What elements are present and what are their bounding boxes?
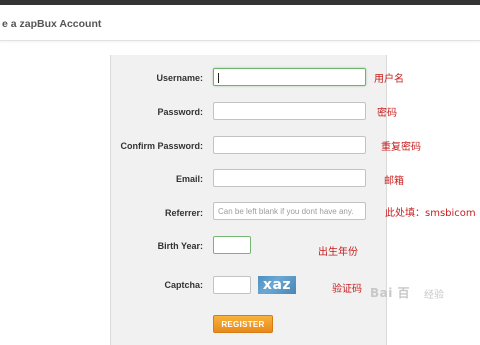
annotation-referrer: 此处填：smsbicom (385, 208, 476, 219)
referrer-input[interactable] (213, 202, 366, 220)
annotation-confirm-password: 重复密码 (381, 142, 421, 153)
username-label: Username: (156, 73, 203, 83)
annotation-email: 邮箱 (384, 176, 404, 187)
page-header: e a zapBux Account (0, 5, 480, 41)
email-input[interactable] (213, 169, 366, 187)
confirm-password-input[interactable] (213, 136, 366, 154)
watermark: Bai 百 经验 (370, 282, 478, 312)
register-button[interactable]: REGISTER (213, 315, 273, 333)
birth-year-input[interactable] (213, 236, 251, 254)
password-label: Password: (157, 107, 203, 117)
registration-form-panel (110, 55, 387, 345)
text-cursor (218, 73, 219, 83)
birth-year-label: Birth Year: (157, 241, 203, 251)
referrer-label: Referrer: (164, 208, 203, 218)
confirm-password-label: Confirm Password: (120, 141, 203, 151)
username-input[interactable] (213, 68, 366, 86)
annotation-password: 密码 (377, 108, 397, 119)
email-label: Email: (175, 174, 203, 184)
annotation-birth-year: 出生年份 (318, 247, 358, 258)
annotation-captcha: 验证码 (332, 284, 362, 295)
annotation-username: 用户名 (374, 74, 404, 85)
password-input[interactable] (213, 102, 366, 120)
captcha-image: xaz (258, 276, 296, 294)
captcha-input[interactable] (213, 276, 251, 294)
watermark-text: 经验 (424, 290, 444, 301)
page-title: e a zapBux Account (2, 18, 102, 30)
watermark-logo: Bai 百 (370, 286, 411, 300)
captcha-label: Captcha: (164, 280, 203, 290)
